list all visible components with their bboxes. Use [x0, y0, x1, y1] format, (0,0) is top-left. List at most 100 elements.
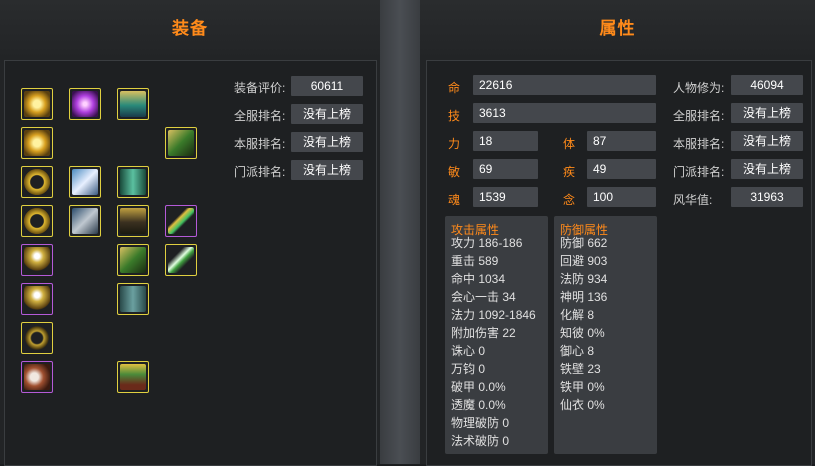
stat-row: 攻力 186-186: [451, 236, 523, 250]
pearl-ring-icon: [24, 247, 50, 273]
attack-attributes-box: 攻击属性 攻力 186-186 重击 589 命中 1034 会心一击 34 法力 10…: [445, 216, 548, 454]
sect-rank-label: 门派排名:: [234, 165, 286, 179]
equip-score-label: 装备评价:: [234, 81, 286, 95]
stat-row: 法术破防 0: [451, 434, 510, 448]
sun-ring-icon: [24, 130, 50, 156]
equipment-slot[interactable]: [21, 322, 53, 354]
attr-server-rank-value: 没有上榜: [731, 103, 803, 123]
attr-soul-label: 魂: [448, 193, 461, 207]
equipment-slot[interactable]: [69, 88, 101, 120]
trousers-icon: [120, 286, 146, 312]
attr-strength-value: 18: [473, 131, 538, 151]
elegance-value: 31963: [731, 187, 803, 207]
attr-sect-rank-label: 门派排名:: [673, 165, 725, 179]
equipment-slot[interactable]: [117, 361, 149, 393]
equipment-slot[interactable]: [69, 166, 101, 198]
gold-bracelet-icon: [24, 208, 50, 234]
stat-row: 万钧 0: [451, 362, 486, 376]
equipment-slot[interactable]: [165, 205, 197, 237]
equipment-slot[interactable]: [69, 205, 101, 237]
equipment-slot[interactable]: [117, 205, 149, 237]
stat-row: 知彼 0%: [560, 326, 605, 340]
stat-row: 防御 662: [560, 236, 608, 250]
equipment-slot[interactable]: [117, 88, 149, 120]
attr-agility-value: 69: [473, 159, 538, 179]
equipment-slot[interactable]: [21, 127, 53, 159]
stat-row: 破甲 0.0%: [451, 380, 506, 394]
attr-body-value: 87: [587, 131, 656, 151]
equipment-slot[interactable]: [21, 166, 53, 198]
stat-row: 法力 1092-1846: [451, 308, 536, 322]
equipment-slot[interactable]: [21, 244, 53, 276]
green-armor-icon: [120, 247, 146, 273]
warrior-figure-icon: [120, 364, 146, 390]
stat-row: 神明 136: [560, 290, 608, 304]
attr-hp-value: 22616: [473, 75, 656, 95]
attributes-title: 属性: [599, 19, 636, 38]
stat-row: 附加伤害 22: [451, 326, 516, 340]
stat-row: 铁甲 0%: [560, 380, 605, 394]
chest-armor-icon: [120, 208, 146, 234]
attack-title: 攻击属性: [451, 223, 500, 237]
elegance-label: 风华值:: [673, 193, 713, 207]
server-rank-value: 没有上榜: [291, 104, 363, 124]
stat-row: 命中 1034: [451, 272, 506, 286]
necklace-icon: [24, 325, 50, 351]
cultivation-value: 46094: [731, 75, 803, 95]
stat-row: 透魔 0.0%: [451, 398, 506, 412]
gold-bracelet-icon: [24, 169, 50, 195]
attr-body-label: 体: [563, 137, 576, 151]
server-rank-label: 全服排名:: [234, 109, 286, 123]
equipment-inner: 装备评价: 60611 全服排名: 没有上榜 本服排名: 没有上榜 门派排名: …: [4, 60, 377, 466]
attributes-panel: 属性 命 22616 技 3613 力 18 体 87 敏 69 疾 49 魂 …: [420, 0, 815, 466]
stat-row: 会心一击 34: [451, 290, 516, 304]
stat-row: 仙衣 0%: [560, 398, 605, 412]
attr-server-rank-label: 全服排名:: [673, 109, 725, 123]
equipment-slot[interactable]: [21, 88, 53, 120]
equipment-slot[interactable]: [165, 244, 197, 276]
equipment-slot[interactable]: [165, 127, 197, 159]
attr-strength-label: 力: [448, 137, 461, 151]
equipment-slot[interactable]: [117, 244, 149, 276]
cultivation-label: 人物修为:: [673, 81, 725, 95]
attr-speed-value: 49: [587, 159, 656, 179]
feather-icon: [72, 169, 98, 195]
gauntlet-icon: [72, 208, 98, 234]
attr-skill-value: 3613: [473, 103, 656, 123]
stat-row: 法防 934: [560, 272, 608, 286]
equipment-title: 装备: [172, 19, 208, 38]
stat-row: 铁壁 23: [560, 362, 601, 376]
attr-mind-value: 100: [587, 187, 656, 207]
equipment-slot[interactable]: [21, 361, 53, 393]
equipment-slot[interactable]: [117, 283, 149, 315]
local-rank-label: 本服排名:: [234, 137, 286, 151]
defense-attributes-box: 防御属性 防御 662 回避 903 法防 934 神明 136 化解 8 知彼 0% 御心…: [554, 216, 657, 454]
panel-divider: [380, 0, 420, 464]
stat-row: 回避 903: [560, 254, 608, 268]
attr-local-rank-value: 没有上榜: [731, 131, 803, 151]
attr-soul-value: 1539: [473, 187, 538, 207]
sun-ring-icon: [24, 91, 50, 117]
attr-mind-label: 念: [563, 193, 576, 207]
equipment-slot[interactable]: [21, 283, 53, 315]
attr-speed-label: 疾: [563, 165, 576, 179]
attr-agility-label: 敏: [448, 165, 461, 179]
purple-orb-icon: [72, 91, 98, 117]
green-robe-icon: [120, 169, 146, 195]
stat-row: 化解 8: [560, 308, 595, 322]
stat-row: 物理破防 0: [451, 416, 510, 430]
green-blade-icon: [168, 247, 194, 273]
equipment-slot[interactable]: [117, 166, 149, 198]
attr-local-rank-label: 本服排名:: [673, 137, 725, 151]
equip-score-value: 60611: [291, 76, 363, 96]
sect-rank-value: 没有上榜: [291, 160, 363, 180]
equipment-slot[interactable]: [21, 205, 53, 237]
stat-row: 诛心 0: [451, 344, 486, 358]
attr-sect-rank-value: 没有上榜: [731, 159, 803, 179]
local-rank-value: 没有上榜: [291, 132, 363, 152]
stat-row: 重击 589: [451, 254, 499, 268]
stat-row: 御心 8: [560, 344, 595, 358]
equipment-panel: 装备 装备评价: 60611 全服排名: 没有上榜 本服排名: 没有上榜 门派排…: [0, 0, 380, 466]
cloud-charm-icon: [24, 364, 50, 390]
green-armor-icon: [168, 130, 194, 156]
